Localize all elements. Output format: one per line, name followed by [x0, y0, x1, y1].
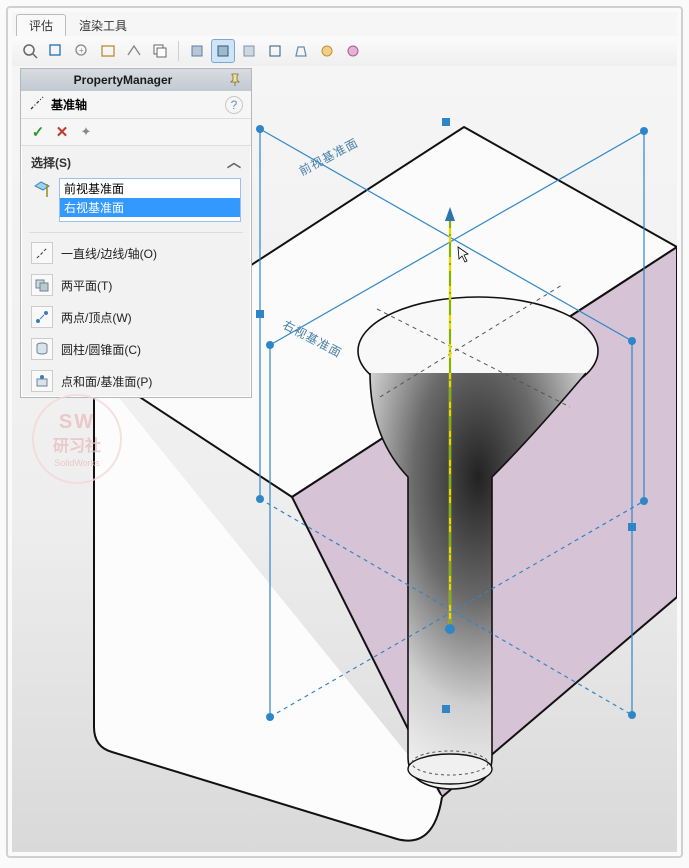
list-item[interactable]: 前视基准面 — [60, 179, 240, 198]
two-points-icon — [31, 306, 53, 328]
selection-list[interactable]: 前视基准面 右视基准面 — [59, 178, 241, 222]
axis-icon — [29, 95, 45, 114]
chevron-up-icon: ︿ — [227, 152, 241, 172]
opt-point-face[interactable]: 点和面/基准面(P) — [21, 365, 251, 397]
pin-panel-icon[interactable] — [225, 70, 245, 90]
cylinder-icon — [31, 338, 53, 360]
opt-cylinder-cone[interactable]: 圆柱/圆锥面(C) — [21, 333, 251, 365]
panel-titlebar: PropertyManager — [21, 69, 251, 91]
feature-header: 基准轴 ? — [21, 91, 251, 119]
action-bar: ✓ ✕ ✦ — [21, 119, 251, 146]
selection-label: 选择(S) — [31, 154, 71, 171]
two-planes-icon — [31, 274, 53, 296]
point-face-icon — [31, 370, 53, 392]
panel-title: PropertyManager — [21, 73, 225, 87]
watermark: SW 研习社 SolidWorks — [32, 394, 122, 484]
opt-two-planes[interactable]: 两平面(T) — [21, 269, 251, 301]
list-item[interactable]: 右视基准面 — [60, 198, 240, 217]
line-axis-icon — [31, 242, 53, 264]
ok-button[interactable]: ✓ — [29, 123, 47, 141]
help-icon[interactable]: ? — [225, 96, 243, 114]
property-manager-panel: PropertyManager 基准轴 ? ✓ ✕ ✦ 选择(S) ︿ — [20, 68, 252, 398]
opt-two-points[interactable]: 两点/顶点(W) — [21, 301, 251, 333]
preview-button[interactable]: ✦ — [77, 123, 95, 141]
cancel-button[interactable]: ✕ — [53, 123, 71, 141]
selection-row: 前视基准面 右视基准面 — [21, 178, 251, 228]
opt-line-edge[interactable]: 一直线/边线/轴(O) — [21, 237, 251, 269]
selection-section-header[interactable]: 选择(S) ︿ — [21, 146, 251, 178]
selection-type-icon[interactable] — [31, 178, 53, 222]
viewport[interactable]: 评估 渲染工具 + — [12, 12, 677, 852]
feature-name: 基准轴 — [51, 96, 87, 113]
